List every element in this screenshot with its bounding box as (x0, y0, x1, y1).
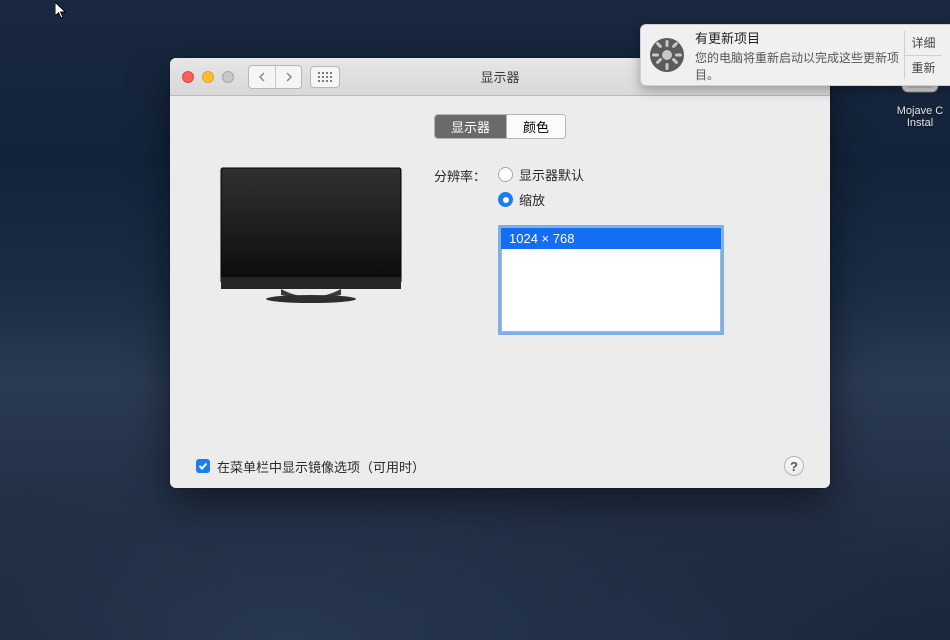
monitor-illustration (196, 165, 406, 335)
monitor-icon (216, 165, 406, 315)
chevron-left-icon (258, 72, 266, 82)
resolution-list[interactable]: 1024 × 768 (498, 225, 724, 335)
chevron-right-icon (285, 72, 293, 82)
close-button[interactable] (182, 71, 194, 83)
notification-body: 您的电脑将重新启动以完成这些更新项目。 (695, 49, 904, 83)
mirror-menubar-checkbox[interactable] (196, 459, 210, 473)
radio-default[interactable]: 显示器默认 (498, 165, 724, 184)
forward-button[interactable] (275, 66, 301, 88)
tab-color[interactable]: 颜色 (506, 115, 565, 138)
gear-icon (649, 37, 685, 73)
show-all-button[interactable] (310, 66, 340, 88)
update-notification[interactable]: 有更新项目 您的电脑将重新启动以完成这些更新项目。 详细 重新 (640, 24, 950, 86)
resolution-option[interactable]: 1024 × 768 (501, 228, 721, 249)
tab-bar: 显示器 颜色 (434, 114, 566, 139)
tab-display[interactable]: 显示器 (435, 115, 506, 138)
grid-icon (318, 72, 332, 82)
notification-restart-button[interactable]: 重新 (905, 55, 942, 80)
back-button[interactable] (249, 66, 275, 88)
window-content: 显示器 颜色 (170, 96, 830, 488)
mirror-menubar-label: 在菜单栏中显示镜像选项（可用时） (217, 457, 425, 476)
nav-back-forward (248, 65, 302, 89)
traffic-lights (170, 71, 234, 83)
check-icon (198, 461, 208, 471)
help-button[interactable]: ? (784, 456, 804, 476)
cursor-pointer-icon (55, 2, 67, 20)
minimize-button[interactable] (202, 71, 214, 83)
displays-window: 显示器 显示器 颜色 (170, 58, 830, 488)
radio-scaled-label: 缩放 (519, 190, 545, 209)
zoom-button[interactable] (222, 71, 234, 83)
radio-scaled[interactable]: 缩放 (498, 190, 724, 209)
desktop-icon-label-2: Instal (890, 117, 950, 129)
notification-details-button[interactable]: 详细 (905, 31, 942, 55)
notification-title: 有更新项目 (695, 28, 904, 47)
desktop-icon-label-1: Mojave C (890, 105, 950, 117)
resolution-label: 分辨率： (434, 165, 486, 185)
radio-default-label: 显示器默认 (519, 165, 584, 184)
